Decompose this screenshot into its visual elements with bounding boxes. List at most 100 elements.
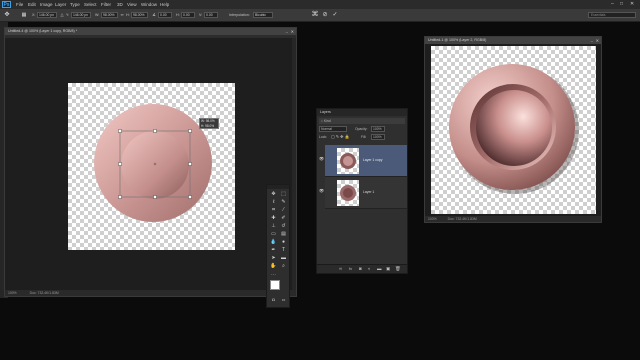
quick-mask-icon[interactable]: ◘ bbox=[269, 296, 278, 304]
path-select-icon[interactable]: ➤ bbox=[269, 254, 278, 262]
zoom-level[interactable]: 100% bbox=[8, 291, 17, 295]
trash-icon[interactable]: 🗑 bbox=[395, 266, 401, 272]
menu-window[interactable]: Window bbox=[141, 1, 157, 8]
eye-icon[interactable]: 👁 bbox=[319, 156, 324, 161]
move-icon[interactable]: ✥ bbox=[269, 190, 278, 198]
group-icon[interactable]: ▬ bbox=[377, 266, 382, 271]
more-tools-icon[interactable]: ⋯ bbox=[269, 271, 278, 279]
shape-icon[interactable]: ▬ bbox=[279, 254, 288, 262]
maximize-button[interactable]: □ bbox=[620, 1, 623, 8]
opacity-field[interactable]: 100% bbox=[371, 126, 385, 132]
layer-name[interactable]: Layer 1 bbox=[363, 190, 374, 194]
zoom-icon[interactable]: ⌕ bbox=[279, 262, 288, 270]
layers-panel: Layers ⌕ Kind Normal Opacity: 100% Lock:… bbox=[316, 108, 408, 274]
minimize-doc-button[interactable]: – bbox=[591, 37, 593, 44]
history-brush-icon[interactable]: ↺ bbox=[279, 222, 288, 230]
x-field[interactable]: 146.00 px bbox=[37, 12, 57, 18]
crop-icon[interactable]: ⌗ bbox=[269, 206, 278, 214]
doc-size: Doc: 732.4K/1.83M bbox=[447, 217, 477, 221]
fx-icon[interactable]: fx bbox=[349, 266, 352, 271]
fill-label: Fill: bbox=[361, 135, 367, 139]
inner-sphere bbox=[476, 90, 552, 166]
hand-icon[interactable]: ✋ bbox=[269, 262, 278, 270]
adjustment-icon[interactable]: ◐ bbox=[368, 266, 371, 271]
transform-handle[interactable] bbox=[188, 129, 192, 133]
status-bar: 100% Doc: 732.4K/1.83M bbox=[5, 290, 296, 296]
menu-view[interactable]: View bbox=[127, 1, 137, 8]
lasso-icon[interactable]: ℓ bbox=[269, 198, 278, 206]
menu-select[interactable]: Select bbox=[84, 1, 97, 8]
v-skew-field[interactable]: 0.00 bbox=[204, 12, 218, 18]
minimize-doc-button[interactable]: – bbox=[286, 28, 288, 35]
quick-select-icon[interactable]: ✎ bbox=[279, 198, 288, 206]
commit-transform-icon[interactable]: ✓ bbox=[331, 11, 339, 19]
transform-handle[interactable] bbox=[118, 162, 122, 166]
new-layer-icon[interactable]: ▣ bbox=[386, 266, 390, 272]
h-skew-field[interactable]: 0.00 bbox=[181, 12, 195, 18]
close-doc-button[interactable]: ✕ bbox=[596, 37, 599, 44]
blur-icon[interactable]: 💧 bbox=[269, 238, 278, 246]
layer-row[interactable]: 👁 Layer 1 copy bbox=[319, 145, 407, 177]
transform-handle[interactable] bbox=[188, 162, 192, 166]
interpolation-label: Interpolation: bbox=[229, 13, 250, 17]
move-tool-preset-icon[interactable]: ✥ bbox=[3, 11, 11, 19]
doc-size: Doc: 732.4K/1.83M bbox=[29, 291, 59, 295]
screen-mode-icon[interactable]: ▭ bbox=[279, 296, 288, 304]
transform-readout: W: 98.0% H: 98.0% bbox=[199, 118, 219, 129]
transform-handle[interactable] bbox=[153, 195, 157, 199]
delta-icon[interactable]: △ bbox=[58, 11, 66, 19]
eye-icon[interactable]: 👁 bbox=[319, 188, 324, 193]
menu-type[interactable]: Type bbox=[70, 1, 80, 8]
transform-handle[interactable] bbox=[153, 129, 157, 133]
pen-icon[interactable]: ✒ bbox=[269, 246, 278, 254]
mask-icon[interactable]: ◙ bbox=[359, 266, 362, 271]
document-tab[interactable]: Untitled-4 @ 100% (Layer 1 copy, RGB/8) … bbox=[5, 28, 296, 35]
transform-handle[interactable] bbox=[188, 195, 192, 199]
tools-panel-grip[interactable] bbox=[267, 185, 289, 189]
kind-filter[interactable]: Kind bbox=[324, 119, 331, 123]
width-field[interactable]: 98.00% bbox=[101, 12, 118, 18]
menu-edit[interactable]: Edit bbox=[28, 1, 36, 8]
healing-icon[interactable]: ✚ bbox=[269, 214, 278, 222]
transform-handle[interactable] bbox=[118, 129, 122, 133]
layer-row[interactable]: 👁 Layer 1 bbox=[319, 177, 407, 209]
menu-filter[interactable]: Filter bbox=[101, 1, 111, 8]
warp-icon[interactable]: ⌘ bbox=[311, 11, 319, 19]
menu-3d[interactable]: 3D bbox=[117, 1, 123, 8]
layer-name[interactable]: Layer 1 copy bbox=[363, 158, 382, 162]
dodge-icon[interactable]: ● bbox=[279, 238, 288, 246]
minimize-button[interactable]: – bbox=[611, 1, 614, 8]
close-doc-button[interactable]: ✕ bbox=[291, 28, 294, 35]
link-icon[interactable]: ∞ bbox=[118, 11, 126, 19]
menu-file[interactable]: File bbox=[16, 1, 23, 8]
angle-field[interactable]: 0.00 bbox=[158, 12, 172, 18]
brush-icon[interactable]: ✐ bbox=[279, 214, 288, 222]
layers-panel-title[interactable]: Layers bbox=[320, 110, 331, 114]
lock-icons[interactable]: ▢✎✥🔒 bbox=[331, 134, 350, 140]
stamp-icon[interactable]: ⊥ bbox=[269, 222, 278, 230]
readout-height: H: 98.0% bbox=[201, 123, 215, 128]
menu-layer[interactable]: Layer bbox=[55, 1, 66, 8]
close-button[interactable]: ✕ bbox=[630, 1, 634, 8]
link-layers-icon[interactable]: ∞ bbox=[339, 266, 342, 271]
interpolation-select[interactable]: Bicubic bbox=[253, 12, 273, 18]
eyedropper-icon[interactable]: ⁄ bbox=[279, 206, 288, 214]
document-tab[interactable]: Untitled-1 @ 100% (Layer 2, RGB/8) bbox=[425, 37, 601, 44]
menu-help[interactable]: Help bbox=[160, 1, 169, 8]
fill-field[interactable]: 100% bbox=[371, 134, 385, 140]
workspace-select[interactable]: Essentials bbox=[588, 12, 636, 18]
reference-point-icon[interactable]: ▦ bbox=[20, 11, 28, 19]
cancel-transform-icon[interactable]: ⊘ bbox=[321, 11, 329, 19]
gradient-icon[interactable]: ▤ bbox=[279, 230, 288, 238]
eraser-icon[interactable]: ▭ bbox=[269, 230, 278, 238]
height-field[interactable]: 98.00% bbox=[131, 12, 148, 18]
menu-image[interactable]: Image bbox=[40, 1, 53, 8]
y-field[interactable]: 146.00 px bbox=[71, 12, 91, 18]
foreground-color-swatch[interactable] bbox=[270, 280, 280, 290]
vertical-scrollbar[interactable] bbox=[292, 38, 296, 290]
blend-mode-select[interactable]: Normal bbox=[319, 126, 347, 132]
marquee-icon[interactable]: ⬚ bbox=[279, 190, 288, 198]
type-icon[interactable]: T bbox=[279, 246, 288, 254]
zoom-level[interactable]: 100% bbox=[428, 217, 437, 221]
transform-handle[interactable] bbox=[118, 195, 122, 199]
